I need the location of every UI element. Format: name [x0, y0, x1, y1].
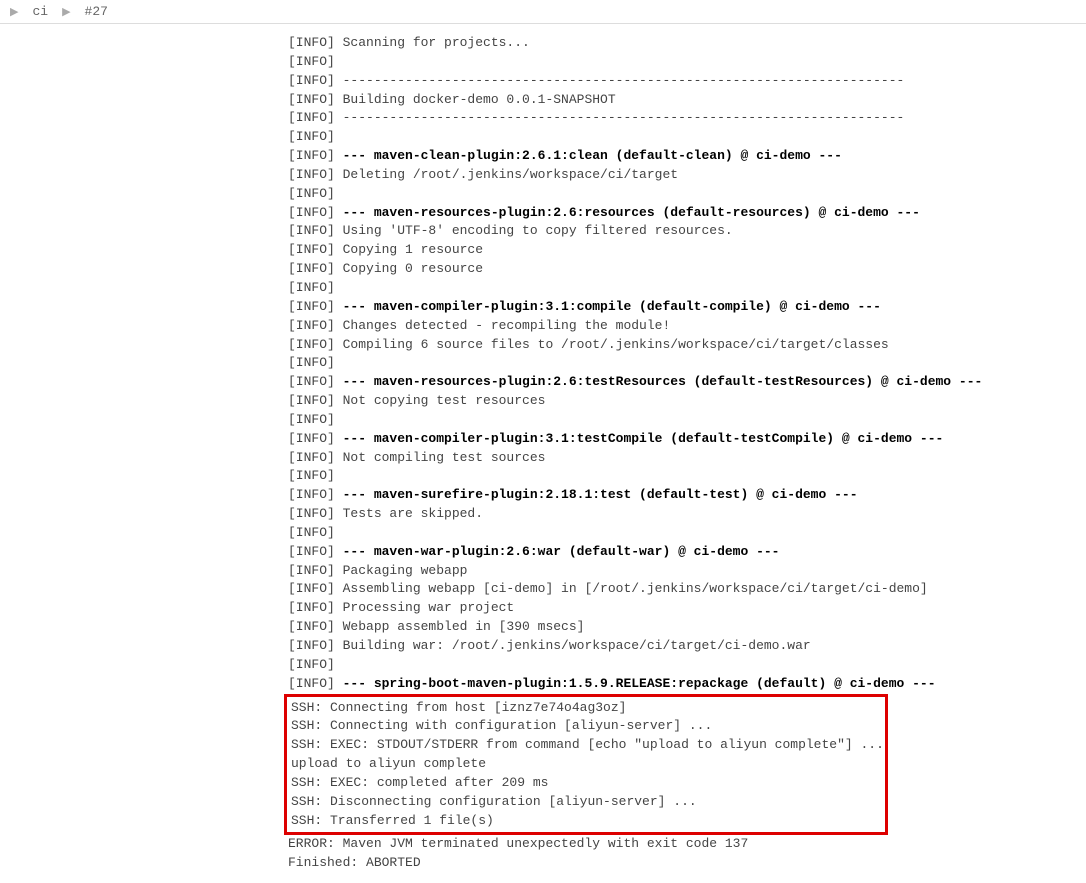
breadcrumb-item-job[interactable]: ci — [32, 4, 48, 19]
console-line: SSH: Connecting with configuration [aliy… — [291, 717, 885, 736]
console-line: SSH: Transferred 1 file(s) — [291, 812, 885, 831]
console-line: [INFO] Using 'UTF-8' encoding to copy fi… — [288, 222, 1086, 241]
ssh-output-highlight: SSH: Connecting from host [iznz7e74o4ag3… — [284, 694, 888, 836]
chevron-right-icon: ▶ — [10, 5, 18, 19]
console-line: [INFO] Assembling webapp [ci-demo] in [/… — [288, 580, 1086, 599]
breadcrumb: ▶ ci ▶ #27 — [0, 0, 1086, 24]
console-line: [INFO] — [288, 467, 1086, 486]
console-line: [INFO] Building war: /root/.jenkins/work… — [288, 637, 1086, 656]
console-line: [INFO] — [288, 53, 1086, 72]
console-line: [INFO] Building docker-demo 0.0.1-SNAPSH… — [288, 91, 1086, 110]
console-line: [INFO] — [288, 128, 1086, 147]
console-line: [INFO] Compiling 6 source files to /root… — [288, 336, 1086, 355]
console-line: [INFO] — [288, 656, 1086, 675]
console-line: [INFO] Tests are skipped. — [288, 505, 1086, 524]
console-line: [INFO] — [288, 524, 1086, 543]
console-line: Finished: ABORTED — [288, 854, 1086, 873]
console-line: SSH: Disconnecting configuration [aliyun… — [291, 793, 885, 812]
console-line: [INFO] ---------------------------------… — [288, 109, 1086, 128]
breadcrumb-item-build[interactable]: #27 — [85, 4, 108, 19]
console-line: [INFO] --- maven-compiler-plugin:3.1:tes… — [288, 430, 1086, 449]
console-line: [INFO] Not compiling test sources — [288, 449, 1086, 468]
console-line: [INFO] Processing war project — [288, 599, 1086, 618]
console-line: [INFO] — [288, 185, 1086, 204]
console-line: [INFO] Not copying test resources — [288, 392, 1086, 411]
console-line: [INFO] --- maven-resources-plugin:2.6:te… — [288, 373, 1086, 392]
console-line: [INFO] Changes detected - recompiling th… — [288, 317, 1086, 336]
console-line: SSH: EXEC: completed after 209 ms — [291, 774, 885, 793]
console-line: SSH: Connecting from host [iznz7e74o4ag3… — [291, 699, 885, 718]
console-line: [INFO] Deleting /root/.jenkins/workspace… — [288, 166, 1086, 185]
console-line: [INFO] — [288, 411, 1086, 430]
console-line: [INFO] --- spring-boot-maven-plugin:1.5.… — [288, 675, 1086, 694]
console-line: upload to aliyun complete — [291, 755, 885, 774]
console-line: SSH: EXEC: STDOUT/STDERR from command [e… — [291, 736, 885, 755]
chevron-right-icon: ▶ — [62, 5, 70, 19]
console-line: [INFO] --- maven-compiler-plugin:3.1:com… — [288, 298, 1086, 317]
console-line: [INFO] — [288, 354, 1086, 373]
console-output: [INFO] Scanning for projects...[INFO] [I… — [0, 24, 1086, 883]
console-line: [INFO] --- maven-war-plugin:2.6:war (def… — [288, 543, 1086, 562]
console-line: [INFO] Scanning for projects... — [288, 34, 1086, 53]
console-line: [INFO] --- maven-resources-plugin:2.6:re… — [288, 204, 1086, 223]
console-line: ERROR: Maven JVM terminated unexpectedly… — [288, 835, 1086, 854]
console-line: [INFO] Packaging webapp — [288, 562, 1086, 581]
console-line: [INFO] --- maven-clean-plugin:2.6.1:clea… — [288, 147, 1086, 166]
console-line: [INFO] — [288, 279, 1086, 298]
console-line: [INFO] Copying 0 resource — [288, 260, 1086, 279]
console-line: [INFO] Webapp assembled in [390 msecs] — [288, 618, 1086, 637]
console-line: [INFO] ---------------------------------… — [288, 72, 1086, 91]
console-line: [INFO] --- maven-surefire-plugin:2.18.1:… — [288, 486, 1086, 505]
console-line: [INFO] Copying 1 resource — [288, 241, 1086, 260]
